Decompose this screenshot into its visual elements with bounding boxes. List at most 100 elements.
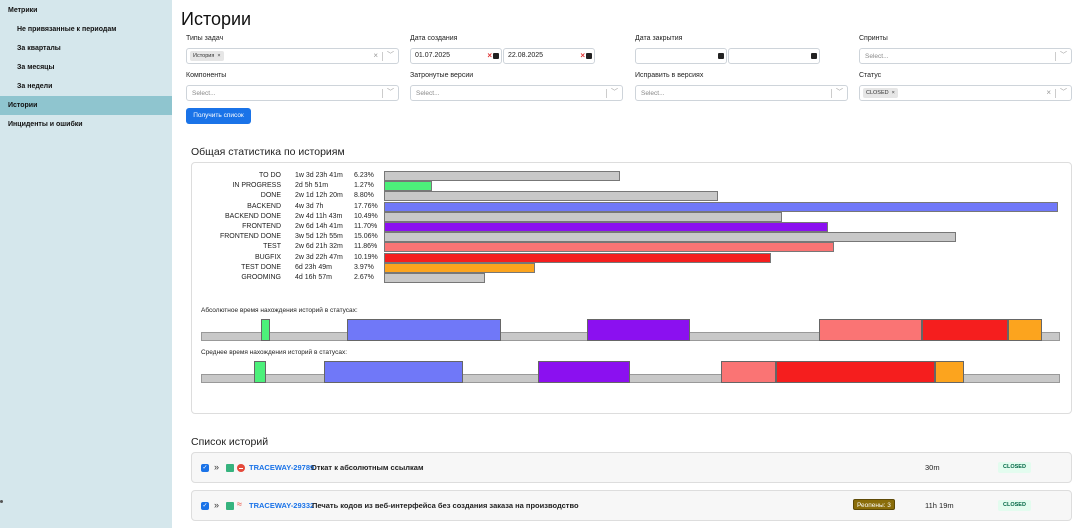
list-item[interactable]: ✓ » ≈ TRACEWAY-29332 Печать кодов из веб… <box>191 490 1072 521</box>
timeline-segment <box>935 361 964 383</box>
sidebar: Метрики Не привязанные к периодам За ква… <box>0 0 172 528</box>
checkbox[interactable]: ✓ <box>201 464 209 472</box>
select-separator <box>606 89 607 98</box>
get-list-button[interactable]: Получить список <box>186 108 251 124</box>
created-to-input[interactable]: 22.08.2025 × <box>503 48 595 64</box>
sprints-select[interactable]: Select... ﹀ <box>859 48 1072 64</box>
status-name: TO DO <box>258 172 281 179</box>
status-bar <box>384 211 782 222</box>
list-item[interactable]: ✓ » TRACEWAY-29789 Откат к абсолютным сс… <box>191 452 1072 483</box>
created-to-value: 22.08.2025 <box>508 52 544 59</box>
issue-key-link[interactable]: TRACEWAY-29332 <box>249 501 314 510</box>
clear-date-icon[interactable]: × <box>580 51 585 60</box>
chevron-down-icon[interactable]: ﹀ <box>836 87 843 97</box>
timeline-segment <box>721 361 776 383</box>
sidebar-item-stories[interactable]: Истории <box>0 96 172 115</box>
absolute-time-label: Абсолютное время нахождения историй в ст… <box>201 307 358 314</box>
status-duration: 3w 5d 12h 55m <box>295 233 343 241</box>
clear-icon[interactable]: × <box>373 51 378 60</box>
list-title: Список историй <box>191 436 269 448</box>
fix-versions-select[interactable]: Select... ﹀ <box>635 85 848 101</box>
stats-row: BACKEND DONE 2w 4d 11h 43m 10.49% <box>192 211 1073 222</box>
status-duration: 2w 6d 21h 32m <box>295 243 343 251</box>
clear-icon[interactable]: × <box>1046 88 1051 97</box>
created-from-value: 01.07.2025 <box>415 52 451 59</box>
chevron-down-icon[interactable]: ﹀ <box>611 87 618 97</box>
status-name: BACKEND <box>247 202 281 210</box>
closed-date-label: Дата закрытия <box>635 35 683 42</box>
issue-types-select[interactable]: История × × ﹀ <box>186 48 399 64</box>
chevron-down-icon[interactable]: ﹀ <box>1060 87 1067 97</box>
chip-remove-icon[interactable]: × <box>892 90 895 96</box>
calendar-icon[interactable] <box>811 53 817 59</box>
fix-versions-label: Исправить в версиях <box>635 72 704 79</box>
closed-from-input[interactable] <box>635 48 727 64</box>
sidebar-item-quarters[interactable]: За кварталы <box>0 39 172 58</box>
status-bar <box>384 273 485 283</box>
sidebar-item-weeks[interactable]: За недели <box>0 77 172 96</box>
clear-date-icon[interactable]: × <box>487 51 492 60</box>
timeline-segment <box>776 361 935 383</box>
status-percent: 2.67% <box>354 274 374 281</box>
affected-versions-select[interactable]: Select... ﹀ <box>410 85 623 101</box>
select-separator <box>831 89 832 98</box>
status-duration: 6d 23h 49m <box>295 263 332 271</box>
status-duration: 2w 1d 12h 20m <box>295 192 343 200</box>
status-percent: 11.86% <box>354 243 378 251</box>
created-from-input[interactable]: 01.07.2025 × <box>410 48 502 64</box>
stats-row: GROOMING 4d 16h 57m 2.67% <box>192 273 1073 283</box>
calendar-icon[interactable] <box>493 53 499 59</box>
status-duration: 2w 3d 22h 47m <box>295 253 343 261</box>
reopens-badge: Реопены: 3 <box>853 499 895 510</box>
checkbox[interactable]: ✓ <box>201 502 209 510</box>
status-select[interactable]: CLOSED × × ﹀ <box>859 85 1072 101</box>
status-duration: 4w 3d 7h <box>295 202 324 210</box>
status-bar <box>384 181 432 192</box>
status-bar <box>384 262 535 273</box>
status-percent: 8.80% <box>354 192 374 200</box>
sidebar-item-metrics[interactable]: Метрики <box>0 1 172 20</box>
timeline-segment <box>819 319 922 341</box>
stats-row: TEST DONE 6d 23h 49m 3.97% <box>192 262 1073 273</box>
chip-remove-icon[interactable]: × <box>217 53 220 59</box>
timeline-segment <box>347 319 501 341</box>
select-separator <box>1055 52 1056 61</box>
stats-row: DONE 2w 1d 12h 20m 8.80% <box>192 191 1073 202</box>
stats-row: TEST 2w 6d 21h 32m 11.86% <box>192 242 1073 253</box>
stats-row: BUGFIX 2w 3d 22h 47m 10.19% <box>192 252 1073 263</box>
affected-versions-label: Затронутые версии <box>410 72 474 79</box>
issue-key-link[interactable]: TRACEWAY-29789 <box>249 463 314 472</box>
timeline-segment <box>261 319 270 341</box>
status-percent: 1.27% <box>354 182 374 190</box>
sidebar-item-months[interactable]: За месяцы <box>0 58 172 77</box>
timeline-segment <box>587 319 690 341</box>
status-percent: 10.49% <box>354 212 378 220</box>
chevron-down-icon[interactable]: ﹀ <box>387 87 394 97</box>
high-priority-icon: ≈ <box>237 499 242 509</box>
calendar-icon[interactable] <box>718 53 724 59</box>
issue-time: 30m <box>925 463 940 472</box>
blocker-priority-icon <box>237 464 245 472</box>
expand-icon[interactable]: » <box>214 462 219 472</box>
status-chip-label: CLOSED <box>866 90 889 96</box>
status-bar <box>384 222 828 232</box>
stats-row: TO DO 1w 3d 23h 41m 6.23% <box>192 171 1073 181</box>
select-separator <box>382 52 383 61</box>
status-chip: CLOSED × <box>863 88 898 98</box>
chevron-down-icon[interactable]: ﹀ <box>387 50 394 60</box>
stats-row: FRONTEND 2w 6d 14h 41m 11.70% <box>192 222 1073 232</box>
components-select[interactable]: Select... ﹀ <box>186 85 399 101</box>
issue-summary: Печать кодов из веб-интерфейса без созда… <box>312 501 579 510</box>
status-name: IN PROGRESS <box>232 182 281 190</box>
calendar-icon[interactable] <box>586 53 592 59</box>
closed-to-input[interactable] <box>728 48 820 64</box>
sidebar-item-incidents[interactable]: Инциденты и ошибки <box>0 115 172 134</box>
stats-row: BACKEND 4w 3d 7h 17.76% <box>192 201 1073 212</box>
status-name: DONE <box>260 192 281 200</box>
sidebar-item-unbound-periods[interactable]: Не привязанные к периодам <box>0 20 172 39</box>
chevron-down-icon[interactable]: ﹀ <box>1060 50 1067 60</box>
page-title: Истории <box>181 9 252 29</box>
status-percent: 6.23% <box>354 172 374 179</box>
expand-icon[interactable]: » <box>214 500 219 510</box>
status-bar <box>384 252 771 263</box>
